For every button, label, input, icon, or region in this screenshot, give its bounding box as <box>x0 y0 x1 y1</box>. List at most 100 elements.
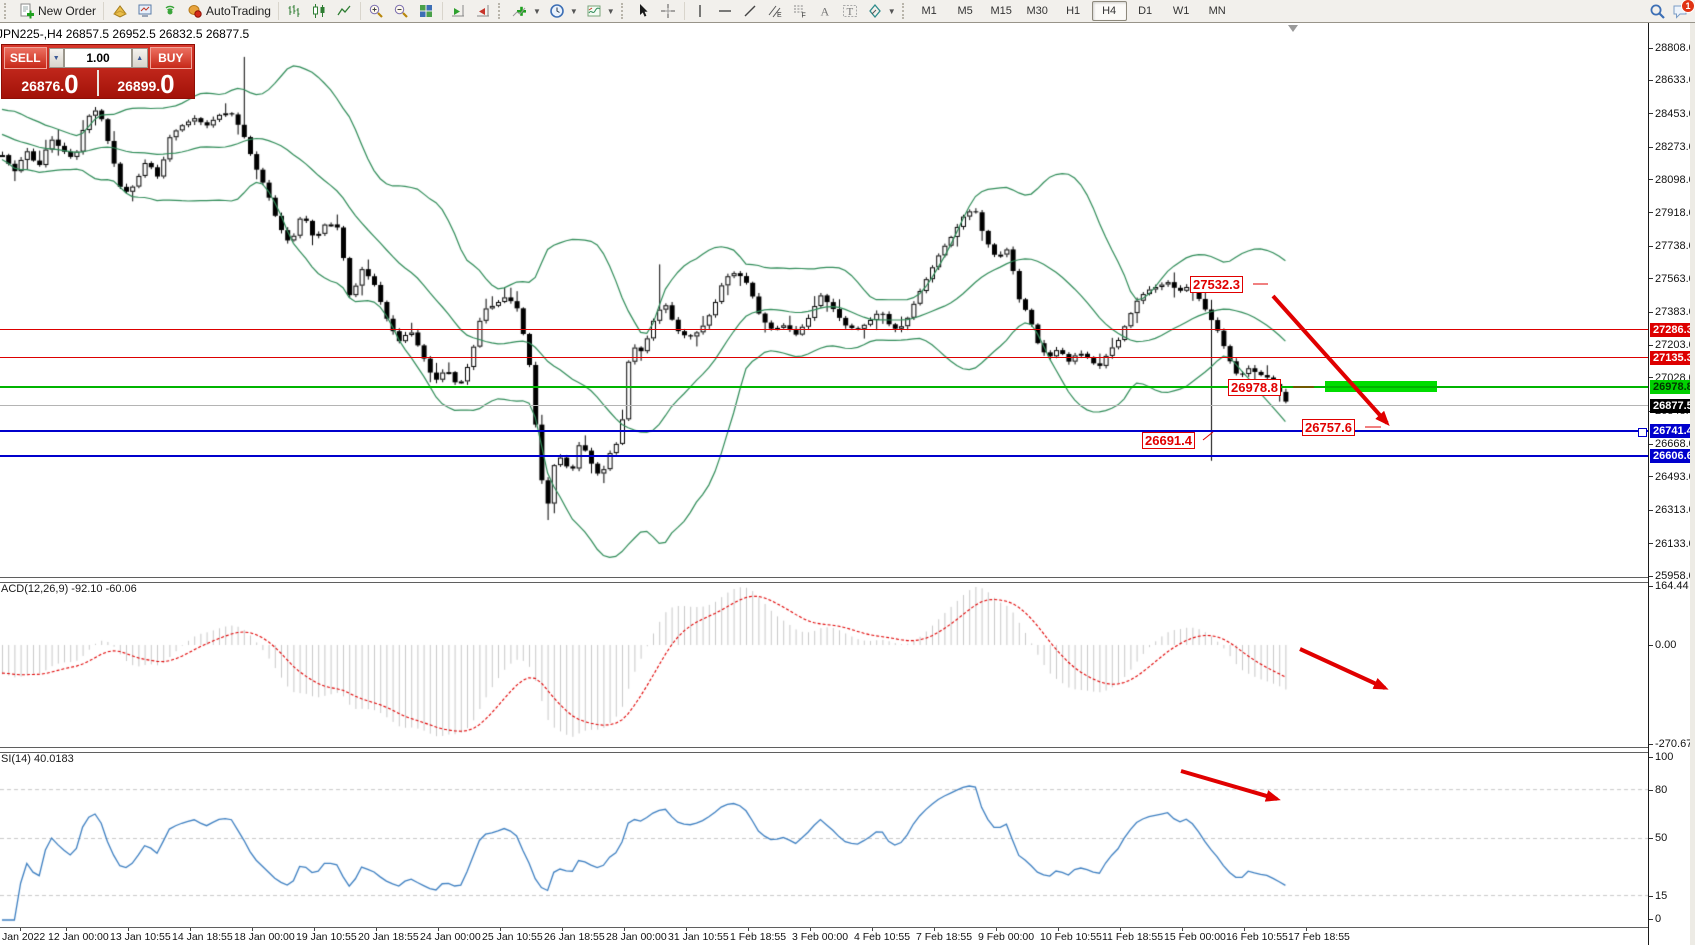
fibonacci-button[interactable]: F <box>788 0 813 22</box>
fibonacci-icon: F <box>792 3 809 19</box>
notifications-icon[interactable]: 1 <box>1672 3 1689 19</box>
price-callout-26978.8[interactable]: 26978.8 <box>1228 379 1281 396</box>
price-tag-27135.3: 27135.3 <box>1650 351 1695 365</box>
sell-button[interactable]: SELL <box>4 47 47 69</box>
rsi-axis-label: 100 <box>1655 751 1673 763</box>
trendline-button[interactable] <box>738 0 763 22</box>
line-drag-handle[interactable] <box>1638 428 1647 437</box>
time-axis-tick <box>1120 928 1121 931</box>
rsi-axis-tick <box>1649 919 1653 920</box>
buy-button[interactable]: BUY <box>150 47 193 69</box>
horizontal-line-button[interactable] <box>713 0 738 22</box>
chart-shift-button[interactable] <box>471 0 496 22</box>
timeframe-button-h1[interactable]: H1 <box>1056 1 1091 21</box>
candlestick-button[interactable] <box>307 0 332 22</box>
rsi-indicator-canvas[interactable] <box>0 751 1648 926</box>
text-button[interactable]: A <box>813 0 838 22</box>
horizontal-line-26877.5[interactable] <box>0 405 1648 406</box>
rsi-axis-label: 50 <box>1655 832 1667 844</box>
time-axis-label: 14 Jan 18:55 <box>172 931 233 943</box>
horizontal-line-27286.3[interactable] <box>0 329 1648 330</box>
price-callout-27532.3[interactable]: 27532.3 <box>1190 276 1243 293</box>
time-axis-label: 12 Jan 00:00 <box>48 931 109 943</box>
new-order-button[interactable]: New Order <box>14 0 100 22</box>
main-toolbar: New Order AutoTrading <box>0 0 1695 23</box>
autotrading-button[interactable]: AutoTrading <box>182 0 275 22</box>
time-axis-label: 10 Feb 10:55 <box>1040 931 1102 943</box>
crosshair-button[interactable] <box>656 0 681 22</box>
rsi-axis-tick <box>1649 790 1653 791</box>
bar-chart-button[interactable] <box>282 0 307 22</box>
main-chart-canvas[interactable] <box>0 24 1648 577</box>
auto-scroll-button[interactable] <box>446 0 471 22</box>
time-axis-tick <box>190 928 191 931</box>
new-order-icon <box>18 3 35 19</box>
timeframe-button-d1[interactable]: D1 <box>1128 1 1163 21</box>
timeframe-button-m30[interactable]: M30 <box>1020 1 1055 21</box>
indicators-button[interactable]: ▼ <box>508 0 545 22</box>
bar-chart-icon <box>286 3 303 19</box>
templates-button[interactable]: ▼ <box>582 0 619 22</box>
time-axis-label: 1 Feb 18:55 <box>730 931 786 943</box>
chevron-down-icon: ▼ <box>888 7 896 16</box>
chart-shift-icon <box>475 3 492 19</box>
volume-decrease-button[interactable]: ▼ <box>49 48 65 68</box>
toolbar-grip[interactable] <box>621 3 627 19</box>
timeframe-button-h4[interactable]: H4 <box>1092 1 1127 21</box>
toolbar-grip[interactable] <box>498 3 504 19</box>
cursor-button[interactable] <box>631 0 656 22</box>
terminal-button[interactable] <box>132 0 157 22</box>
time-axis-tick <box>1306 928 1307 931</box>
volume-input[interactable] <box>64 48 132 68</box>
equidistant-channel-button[interactable]: E <box>763 0 788 22</box>
sell-price-big-digit: 0 <box>64 72 78 96</box>
timeframe-button-m5[interactable]: M5 <box>948 1 983 21</box>
sell-price[interactable]: 26876.0 <box>4 70 96 96</box>
toolbar-grip[interactable] <box>4 3 10 19</box>
horizontal-line-27135.3[interactable] <box>0 357 1648 358</box>
time-axis-label: 13 Jan 10:55 <box>110 931 171 943</box>
search-icon[interactable] <box>1649 3 1666 19</box>
toolbar-grip[interactable] <box>902 3 908 19</box>
zoom-out-icon <box>393 3 410 19</box>
price-callout-26757.6[interactable]: 26757.6 <box>1302 419 1355 436</box>
tile-windows-button[interactable] <box>414 0 439 22</box>
chart-shift-marker[interactable] <box>1288 25 1298 32</box>
arrows-shapes-button[interactable]: ▼ <box>863 0 900 22</box>
time-axis-label: 19 Jan 10:55 <box>296 931 357 943</box>
text-label-button[interactable]: T <box>838 0 863 22</box>
vertical-line-button[interactable] <box>688 0 713 22</box>
buy-price[interactable]: 26899.0 <box>100 70 192 96</box>
rsi-pane-divider[interactable] <box>0 747 1650 753</box>
horizontal-line-26741.4[interactable] <box>0 430 1648 432</box>
price-axis[interactable]: 28808.028633.028453.028273.028098.027918… <box>1648 23 1695 945</box>
zoom-out-button[interactable] <box>389 0 414 22</box>
time-axis-tick <box>810 928 811 931</box>
volume-increase-button[interactable]: ▲ <box>132 48 148 68</box>
time-axis-tick <box>624 928 625 931</box>
line-chart-button[interactable] <box>332 0 357 22</box>
terminal-icon <box>136 3 153 19</box>
horizontal-line-26606.6[interactable] <box>0 455 1648 457</box>
price-tag-27286.3: 27286.3 <box>1650 323 1695 337</box>
timeframe-button-w1[interactable]: W1 <box>1164 1 1199 21</box>
timeframe-button-m15[interactable]: M15 <box>984 1 1019 21</box>
macd-indicator-canvas[interactable] <box>0 581 1648 746</box>
time-axis-tick <box>1244 928 1245 931</box>
depth-of-market-button[interactable] <box>107 0 132 22</box>
price-axis-label: 26133.0 <box>1655 538 1695 550</box>
price-axis-tick <box>1649 312 1653 313</box>
signals-button[interactable] <box>157 0 182 22</box>
periods-button[interactable]: ▼ <box>545 0 582 22</box>
time-axis-label: 16 Feb 10:55 <box>1226 931 1288 943</box>
time-axis-border <box>0 927 1650 928</box>
price-axis-tick <box>1649 444 1653 445</box>
macd-pane-divider[interactable] <box>0 577 1650 583</box>
timeframe-button-m1[interactable]: M1 <box>912 1 947 21</box>
time-axis-label: 7 Feb 18:55 <box>916 931 972 943</box>
macd-axis-tick <box>1649 645 1653 646</box>
horizontal-line-26978.8[interactable] <box>0 386 1648 388</box>
timeframe-button-mn[interactable]: MN <box>1200 1 1235 21</box>
price-callout-26691.4[interactable]: 26691.4 <box>1142 432 1195 449</box>
zoom-in-button[interactable] <box>364 0 389 22</box>
